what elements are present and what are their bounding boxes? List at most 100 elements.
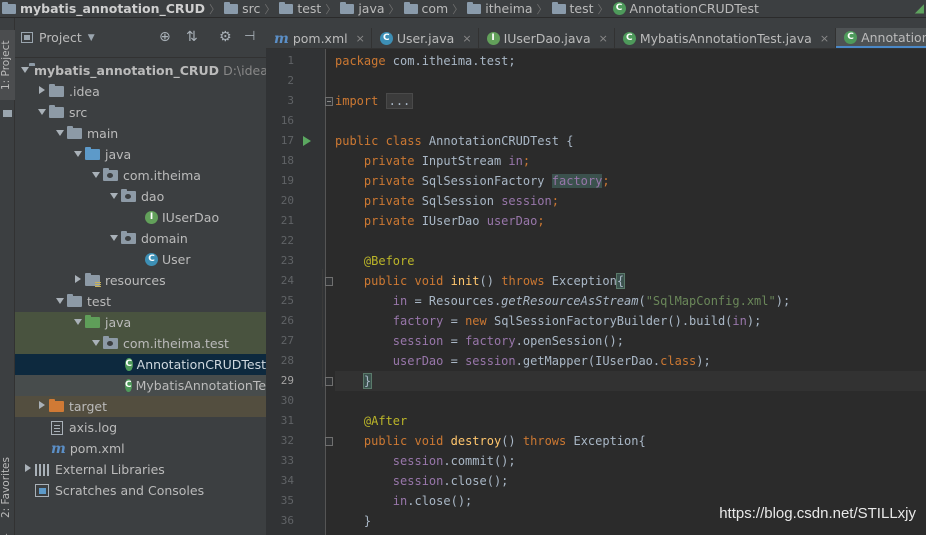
chevron-down-icon[interactable] [107,192,121,202]
tree-item[interactable]: java [15,312,266,333]
breadcrumb-src[interactable]: src [224,0,260,17]
tree-item[interactable]: domain [15,228,266,249]
class-icon: C [379,32,393,45]
project-panel-header: Project ▼ ⊕ ⇅ ⚙ ⊣ [15,18,266,58]
fold-icon[interactable] [325,97,333,106]
tree-item[interactable]: C MybatisAnnotationTe [15,375,266,396]
chevron-down-icon[interactable] [89,339,103,349]
tree-item[interactable]: com.itheima [15,165,266,186]
project-view-selector[interactable]: Project [39,30,82,45]
code-line: factory = new SqlSessionFactoryBuilder()… [392,314,762,328]
breadcrumb-label: com [421,1,449,16]
chevron-down-icon[interactable] [21,66,29,76]
folded-imports[interactable]: ... [385,93,414,109]
chevron-down-icon[interactable] [71,318,85,328]
breadcrumb-label: AnnotationCRUDTest [629,1,759,16]
code-editor[interactable]: 1 2 3 16 17 18 19 20 21 22 23 24 25 26 2… [266,49,926,535]
code-line: userDao = session.getMapper(IUserDao.cla… [392,354,711,368]
favorites-tool-tab[interactable]: 2: Favorites [0,448,15,528]
chevron-down-icon[interactable] [53,129,67,139]
tree-item-label: com.itheima [123,168,201,183]
tree-item[interactable]: Scratches and Consoles [15,480,266,501]
chevron-right-icon[interactable] [35,86,49,97]
code-line: in.close(); [392,494,473,508]
line-number: 31 [280,414,294,427]
tree-item-label: IUserDao [162,210,220,225]
tree-item[interactable]: External Libraries [15,459,266,480]
line-number: 16 [280,114,294,127]
breadcrumb-class[interactable]: C AnnotationCRUDTest [612,0,759,17]
tree-item[interactable]: C User [15,249,266,270]
breadcrumb-java[interactable]: java [340,0,385,17]
hide-panel-icon[interactable]: ⊣ [244,30,255,44]
code-line: in = Resources.getResourceAsStream("SqlM… [392,294,791,308]
tree-item-label: AnnotationCRUDTest [136,357,266,372]
watermark: https://blog.csdn.net/STILLxjy [719,505,916,522]
tree-item[interactable]: src [15,102,266,123]
gear-icon[interactable]: ⚙ [219,30,232,44]
tree-item-selected[interactable]: C AnnotationCRUDTest [15,354,266,375]
tree-item[interactable]: test [15,291,266,312]
fold-icon[interactable] [325,277,333,286]
breadcrumb-itheima[interactable]: itheima [467,0,533,17]
locate-icon[interactable]: ⊕ [159,30,171,44]
tab-pom-xml[interactable]: m pom.xml × [266,28,372,48]
collapse-all-icon[interactable]: ⇅ [186,30,198,44]
breadcrumb-com[interactable]: com [403,0,449,17]
chevron-down-icon[interactable] [71,150,85,160]
chevron-right-icon[interactable] [71,275,85,286]
run-arrow-icon[interactable]: ◢ [915,1,924,15]
tree-item[interactable]: I IUserDao [15,207,266,228]
run-icon[interactable] [303,136,311,146]
breadcrumb-test-pkg[interactable]: test [551,0,594,17]
tree-item[interactable]: dao [15,186,266,207]
chevron-down-icon[interactable] [107,234,121,244]
code-line: private IUserDao userDao; [363,214,545,228]
line-number: 28 [280,354,294,367]
tree-item[interactable]: com.itheima.test [15,333,266,354]
panel-icon [3,110,12,117]
chevron-right-icon[interactable] [21,464,35,475]
line-number: 32 [280,434,294,447]
close-icon[interactable]: × [599,32,608,45]
chevron-right-icon: 〉 [209,2,221,16]
tree-item[interactable]: mybatis_annotation_CRUDD:\idea_ [15,60,266,81]
breadcrumb-project[interactable]: mybatis_annotation_CRUD [2,0,205,17]
tree-item[interactable]: axis.log [15,417,266,438]
code-line: @After [363,414,408,428]
interface-icon: I [145,211,158,224]
line-number: 19 [280,174,294,187]
chevron-down-icon[interactable] [89,171,103,181]
folder-icon [67,294,82,307]
tree-item-label: domain [141,231,188,246]
tree-item[interactable]: java [15,144,266,165]
tab-mybatisannotationtest-java[interactable]: C MybatisAnnotationTest.java × [615,28,837,48]
chevron-down-icon[interactable] [53,297,67,307]
close-icon[interactable]: × [356,32,365,45]
tab-annotationcrudtest[interactable]: CAnnotationCRUDTest [836,28,926,48]
chevron-right-icon[interactable] [35,401,49,412]
line-number: 34 [280,474,294,487]
chevron-down-icon[interactable] [35,108,49,118]
chevron-down-icon[interactable]: ▼ [88,33,95,43]
tree-item[interactable]: main [15,123,266,144]
fold-icon[interactable] [325,437,333,446]
breadcrumb-test[interactable]: test [279,0,321,17]
tree-item[interactable]: target [15,396,266,417]
project-tool-tab[interactable]: 1: Project [0,30,15,100]
tree-item[interactable]: resources [15,270,266,291]
close-icon[interactable]: × [462,32,471,45]
line-number: 29 [280,374,294,387]
code-line: public void destroy() throws Exception{ [363,434,646,448]
breadcrumb-label: test [569,1,594,16]
code-line: session.commit(); [392,454,516,468]
tree-item[interactable]: m pom.xml [15,438,266,459]
tab-iuserdao-java[interactable]: I IUserDao.java × [479,28,615,48]
fold-icon[interactable] [325,377,333,386]
chevron-right-icon: 〉 [536,2,548,16]
line-number: 30 [280,394,294,407]
tab-user-java[interactable]: C User.java × [372,28,479,48]
tree-item[interactable]: .idea [15,81,266,102]
close-icon[interactable]: × [820,32,829,45]
folder-icon [67,126,82,139]
